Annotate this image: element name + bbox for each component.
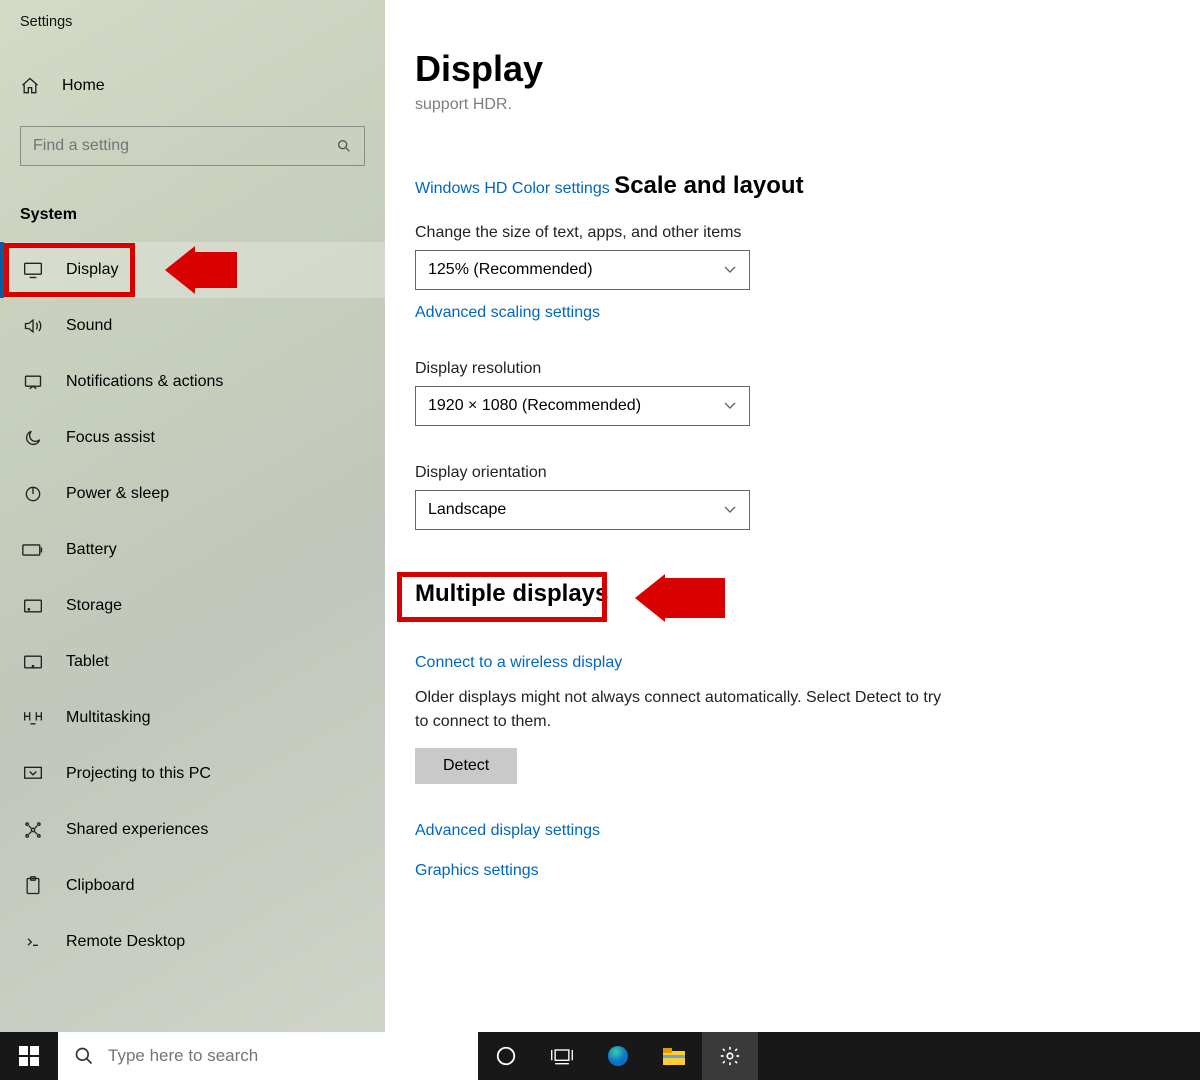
sidebar-item-display[interactable]: Display (0, 242, 385, 298)
sidebar-item-label: Storage (66, 597, 122, 615)
sidebar-item-label: Focus assist (66, 429, 155, 447)
sidebar-item-label: Display (66, 261, 118, 279)
battery-icon (22, 543, 44, 557)
link-adv-display[interactable]: Advanced display settings (415, 822, 600, 840)
sidebar-item-label: Sound (66, 317, 112, 335)
link-adv-scaling[interactable]: Advanced scaling settings (415, 304, 600, 322)
taskbar-explorer[interactable] (646, 1032, 702, 1080)
label-resolution: Display resolution (415, 360, 1160, 378)
taskbar-cortana[interactable] (478, 1032, 534, 1080)
sidebar-item-label: Tablet (66, 653, 109, 671)
sidebar-item-clipboard[interactable]: Clipboard (0, 858, 385, 914)
sidebar-item-label: Notifications & actions (66, 373, 223, 391)
home-icon (20, 76, 40, 96)
taskbar-taskview[interactable] (534, 1032, 590, 1080)
remote-icon (22, 932, 44, 952)
link-graphics-settings[interactable]: Graphics settings (415, 862, 539, 880)
taskbar-search[interactable] (58, 1032, 478, 1080)
taskbar-edge[interactable] (590, 1032, 646, 1080)
sidebar-item-label: Power & sleep (66, 485, 169, 503)
sidebar-item-tablet[interactable]: Tablet (0, 634, 385, 690)
window-title: Settings (0, 0, 385, 30)
sidebar-item-label: Remote Desktop (66, 933, 185, 951)
page-title: Display (415, 48, 1160, 90)
sidebar-item-remote[interactable]: Remote Desktop (0, 914, 385, 970)
sidebar-item-notifications[interactable]: Notifications & actions (0, 354, 385, 410)
dropdown-orientation[interactable]: Landscape (415, 490, 750, 530)
search-input[interactable] (33, 137, 336, 155)
chevron-down-icon (723, 505, 737, 515)
sidebar-item-label: Shared experiences (66, 821, 208, 839)
nav-list: Display Sound Notifications & actions Fo… (0, 242, 385, 970)
search-icon (336, 138, 352, 154)
tablet-icon (22, 654, 44, 670)
dropdown-scale[interactable]: 125% (Recommended) (415, 250, 750, 290)
arrow-multiple-displays (665, 578, 725, 618)
power-icon (22, 484, 44, 504)
sidebar-item-focus-assist[interactable]: Focus assist (0, 410, 385, 466)
multitasking-icon (22, 709, 44, 727)
sidebar-item-label: Battery (66, 541, 117, 559)
category-system: System (0, 206, 385, 224)
shared-icon (22, 820, 44, 840)
sidebar-item-label: Projecting to this PC (66, 765, 211, 783)
dropdown-resolution[interactable]: 1920 × 1080 (Recommended) (415, 386, 750, 426)
home-link[interactable]: Home (0, 76, 385, 96)
start-button[interactable] (0, 1032, 58, 1080)
notification-icon (22, 373, 44, 391)
sound-icon (22, 317, 44, 335)
label-orientation: Display orientation (415, 464, 1160, 482)
chevron-down-icon (723, 401, 737, 411)
sidebar-item-battery[interactable]: Battery (0, 522, 385, 578)
sidebar-item-shared[interactable]: Shared experiences (0, 802, 385, 858)
label-scale: Change the size of text, apps, and other… (415, 224, 1160, 242)
dropdown-orientation-value: Landscape (428, 501, 506, 519)
home-label: Home (62, 77, 105, 95)
settings-sidebar: Settings Home System Dis (0, 0, 385, 1032)
sidebar-item-label: Clipboard (66, 877, 134, 895)
taskbar (0, 1032, 1200, 1080)
heading-scale-layout: Scale and layout (614, 172, 803, 200)
project-icon (22, 765, 44, 783)
sidebar-item-storage[interactable]: Storage (0, 578, 385, 634)
main-pane: Display support HDR. Windows HD Color se… (385, 0, 1200, 1032)
taskbar-settings[interactable] (702, 1032, 758, 1080)
monitor-icon (22, 261, 44, 279)
storage-icon (22, 598, 44, 614)
link-wireless-display[interactable]: Connect to a wireless display (415, 654, 622, 672)
detect-description: Older displays might not always connect … (415, 686, 955, 734)
detect-button[interactable]: Detect (415, 748, 517, 784)
dropdown-resolution-value: 1920 × 1080 (Recommended) (428, 397, 641, 415)
search-icon (74, 1046, 94, 1066)
hdr-support-text: support HDR. (415, 96, 1160, 114)
heading-multiple-displays: Multiple displays (415, 580, 608, 608)
sidebar-item-multitasking[interactable]: Multitasking (0, 690, 385, 746)
settings-search[interactable] (20, 126, 365, 166)
sidebar-item-projecting[interactable]: Projecting to this PC (0, 746, 385, 802)
chevron-down-icon (723, 265, 737, 275)
clipboard-icon (22, 876, 44, 896)
sidebar-item-label: Multitasking (66, 709, 150, 727)
taskbar-search-input[interactable] (108, 1046, 462, 1066)
sidebar-item-power[interactable]: Power & sleep (0, 466, 385, 522)
link-hd-color[interactable]: Windows HD Color settings (415, 180, 610, 198)
sidebar-item-sound[interactable]: Sound (0, 298, 385, 354)
moon-icon (22, 428, 44, 448)
dropdown-scale-value: 125% (Recommended) (428, 261, 593, 279)
